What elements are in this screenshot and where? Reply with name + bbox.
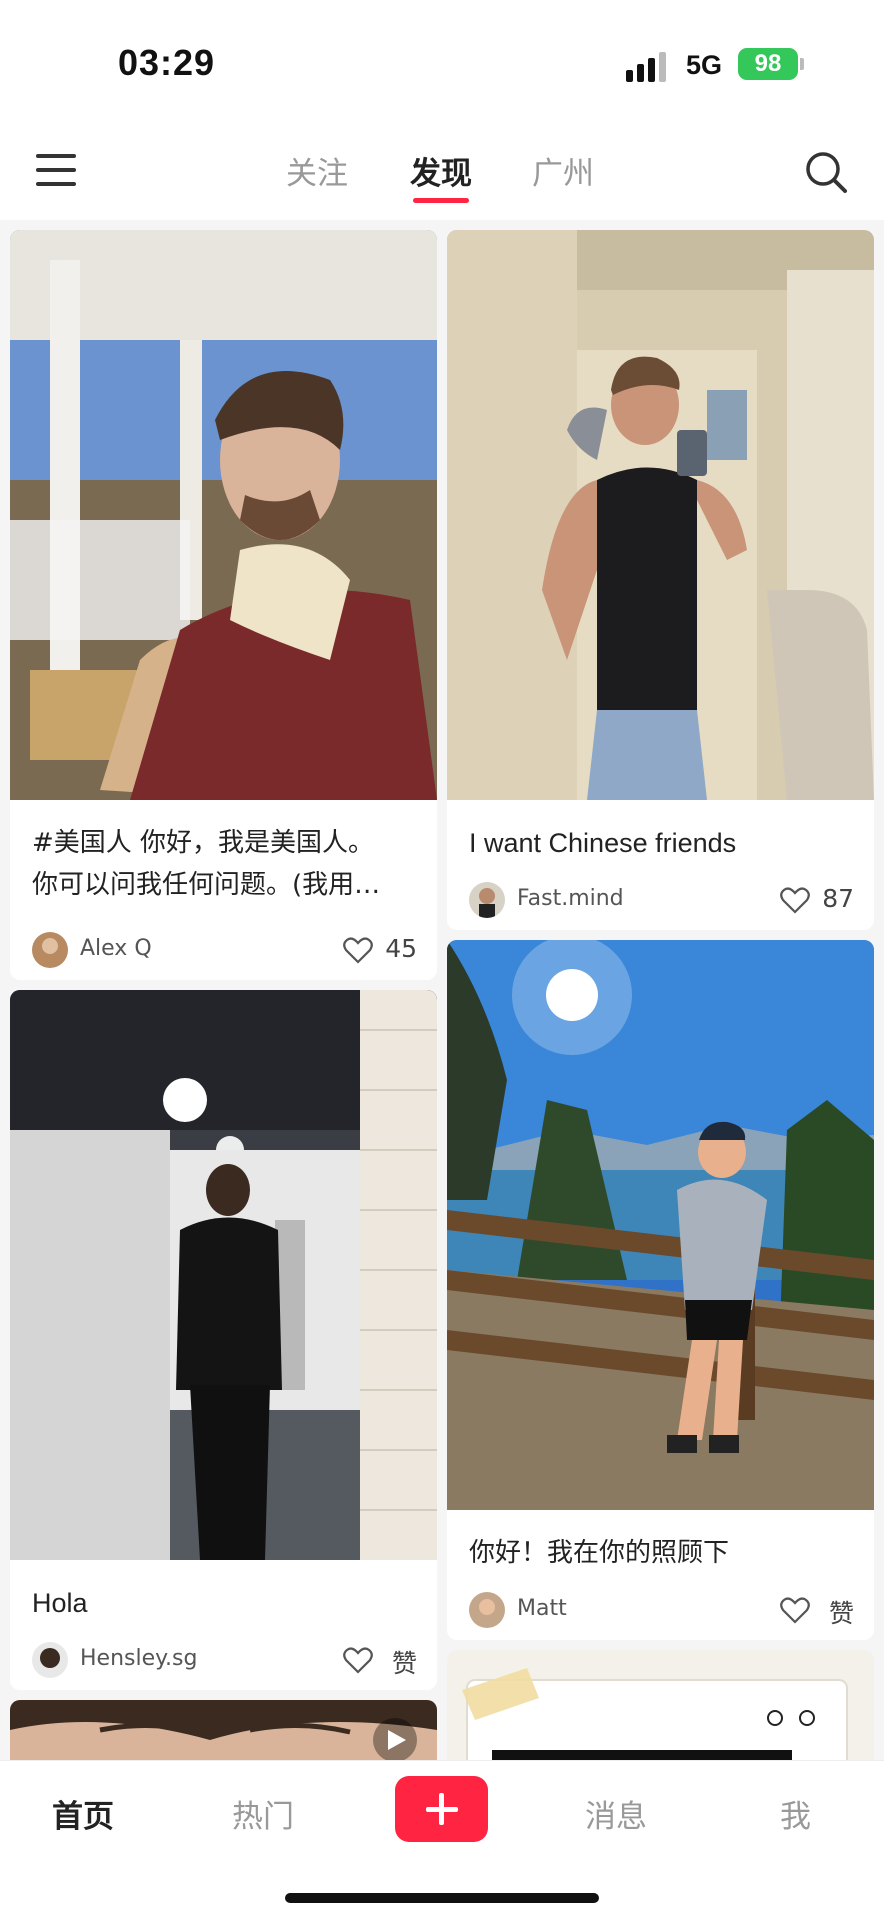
heart-icon (343, 1647, 373, 1674)
feed-card[interactable]: Hola Hensley.sg 赞 (10, 990, 437, 1690)
feed-card[interactable]: #美国人 你好，我是美国人。 你可以问我任何问题。(我用… Alex Q 45 (10, 230, 437, 980)
nav-me[interactable]: 我 (780, 1791, 811, 1836)
tab-following[interactable]: 关注 (286, 148, 348, 193)
author-name[interactable]: Matt (517, 1596, 567, 1621)
add-post-button[interactable] (395, 1776, 488, 1842)
like-button[interactable]: 45 (327, 934, 417, 966)
post-title: I want Chinese friends (469, 828, 737, 858)
post-meta: Matt 赞 (469, 1592, 854, 1632)
battery-level: 98 (754, 50, 782, 77)
status-time: 03:29 (118, 42, 216, 83)
post-image (10, 990, 437, 1560)
like-count: 赞 (391, 1649, 417, 1678)
like-button[interactable]: 赞 (764, 1594, 854, 1628)
feed-tabs: 关注 发现 广州 (270, 148, 610, 208)
network-type: 5G (686, 50, 723, 80)
post-title: 你好！我在你的照顾下 (469, 1538, 730, 1568)
post-image (10, 230, 437, 800)
post-image (447, 940, 874, 1510)
author-name[interactable]: Alex Q (80, 936, 152, 961)
post-meta: Fast.mind 87 (469, 882, 854, 922)
heart-icon (780, 887, 810, 914)
post-image (447, 1650, 874, 1760)
active-tab-indicator (413, 198, 469, 203)
post-title: #美国人 你好，我是美国人。 你可以问我任何问题。(我用… (32, 822, 422, 910)
bottom-nav: 首页 热门 消息 我 (0, 1760, 884, 1920)
search-icon[interactable] (804, 150, 848, 194)
feed-card[interactable] (10, 1700, 437, 1760)
nav-home[interactable]: 首页 (52, 1791, 114, 1836)
post-image (10, 1700, 437, 1760)
signal-icon (626, 52, 672, 82)
avatar[interactable] (469, 882, 505, 918)
like-count: 赞 (828, 1599, 854, 1628)
tab-guangzhou[interactable]: 广州 (532, 148, 594, 193)
post-title: Hola (32, 1588, 88, 1618)
post-title-line: 你可以问我任何问题。(我用… (32, 870, 381, 900)
post-image (447, 230, 874, 800)
tab-discover[interactable]: 发现 (410, 148, 472, 193)
discover-feed[interactable]: #美国人 你好，我是美国人。 你可以问我任何问题。(我用… Alex Q 45 (0, 220, 884, 1760)
post-title-line: #美国人 你好，我是美国人。 (32, 828, 375, 858)
author-name[interactable]: Hensley.sg (80, 1646, 197, 1671)
nav-messages[interactable]: 消息 (585, 1791, 647, 1836)
like-count: 87 (822, 884, 854, 913)
heart-icon (780, 1597, 810, 1624)
battery-tip (800, 58, 804, 70)
avatar[interactable] (32, 932, 68, 968)
top-header: 关注 发现 广州 (0, 120, 884, 220)
author-name[interactable]: Fast.mind (517, 886, 624, 911)
avatar[interactable] (32, 1642, 68, 1678)
like-button[interactable]: 87 (764, 884, 854, 916)
feed-card[interactable]: 你好！我在你的照顾下 Matt 赞 (447, 940, 874, 1640)
menu-icon[interactable] (36, 154, 76, 186)
like-count: 45 (385, 934, 417, 963)
post-meta: Hensley.sg 赞 (32, 1642, 417, 1682)
like-button[interactable]: 赞 (327, 1644, 417, 1678)
home-indicator (285, 1893, 599, 1903)
nav-trending[interactable]: 热门 (232, 1791, 294, 1836)
feed-card[interactable]: I want Chinese friends Fast.mind 87 (447, 230, 874, 930)
battery-icon: 98 (738, 48, 798, 80)
status-bar: 03:29 5G 98 (0, 0, 884, 120)
post-meta: Alex Q 45 (32, 932, 417, 972)
avatar[interactable] (469, 1592, 505, 1628)
feed-card[interactable] (447, 1650, 874, 1760)
heart-icon (343, 937, 373, 964)
